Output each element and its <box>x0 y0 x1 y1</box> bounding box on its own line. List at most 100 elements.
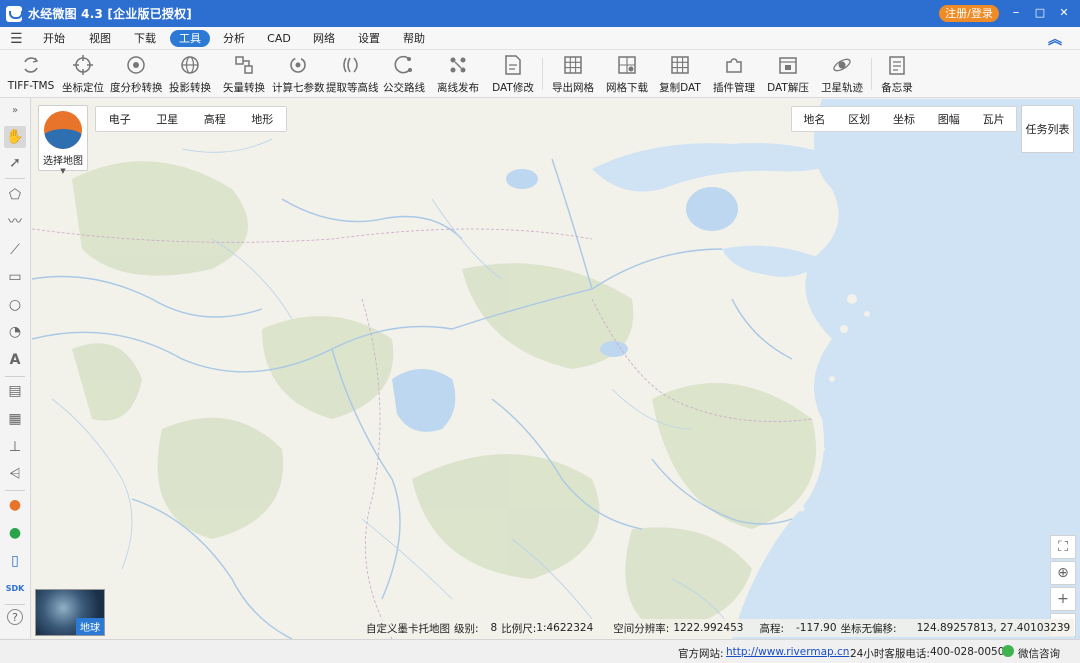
profile-icon[interactable]: ⩤ <box>4 463 26 485</box>
tool-vector-convert[interactable]: 矢量转换 <box>220 52 268 96</box>
tool-label: 插件管理 <box>713 82 755 94</box>
tool-label: 公交路线 <box>383 82 425 94</box>
menu-view[interactable]: 视图 <box>84 30 116 47</box>
rectangle-icon[interactable]: ▭ <box>4 266 26 288</box>
locate-icon[interactable]: ⊕ <box>1050 561 1076 585</box>
select-arrow-icon[interactable]: ➚ <box>4 152 26 174</box>
overlay-tab-divisions[interactable]: 区划 <box>848 111 870 127</box>
tool-satellite-track[interactable]: 卫星轨迹 <box>818 52 866 96</box>
menu-network[interactable]: 网络 <box>308 30 340 47</box>
menu-settings[interactable]: 设置 <box>353 30 385 47</box>
tool-offline-publish[interactable]: 离线发布 <box>434 52 482 96</box>
basemap-tab-elevation[interactable]: 高程 <box>204 111 226 127</box>
sector-icon[interactable]: ◔ <box>4 321 26 343</box>
menu-tools[interactable]: 工具 <box>170 30 210 47</box>
chevron-down-icon: ▼ <box>60 167 66 175</box>
sdk-icon[interactable]: SDK <box>4 578 26 600</box>
tool-label: 计算七参数 <box>272 82 325 94</box>
tool-dat-edit[interactable]: DAT修改 <box>490 52 536 96</box>
menu-download[interactable]: 下载 <box>129 30 161 47</box>
circle-icon[interactable]: ○ <box>4 294 26 316</box>
phone-value: 400-028-0050 <box>930 646 1005 658</box>
login-button[interactable]: 注册/登录 <box>939 5 999 22</box>
unzip-icon <box>779 57 797 74</box>
map-chooser[interactable]: 选择地图 ▼ <box>38 105 88 175</box>
map-canvas[interactable]: 选择地图 ▼ 电子 卫星 高程 地形 地名 区划 坐标 图幅 瓦片 任务列表 ⛶… <box>32 99 1080 639</box>
basemap-tab-satellite[interactable]: 卫星 <box>156 111 178 127</box>
route-icon <box>394 55 412 74</box>
zoom-in-button[interactable]: + <box>1050 587 1076 611</box>
layer-logo-icon[interactable]: ● <box>4 494 26 516</box>
collapse-icon[interactable]: » <box>4 100 26 122</box>
scale-label: 比例尺: <box>501 622 537 635</box>
maximize-button[interactable]: □ <box>1030 4 1050 22</box>
tool-export-grid[interactable]: 导出网格 <box>548 52 598 96</box>
phone-icon[interactable]: ▯ <box>4 550 26 572</box>
tool-label: 导出网格 <box>552 82 594 94</box>
coord-value: 124.89257813, 27.40103239 <box>916 622 1071 634</box>
level-value: 8 <box>490 622 498 634</box>
level-label: 级别: <box>454 622 479 635</box>
wechat-consult-button[interactable]: 微信咨询 <box>1018 646 1060 661</box>
satellite-icon <box>833 58 851 72</box>
website-link[interactable]: http://www.rivermap.cn <box>726 646 849 658</box>
map-info-bar: 自定义墨卡托地图 级别: 8 比例尺: 1:4622324 空间分辨率: 122… <box>366 619 1075 637</box>
website-label: 官方网站: <box>678 648 724 660</box>
hamburger-menu-icon[interactable]: ☰ <box>10 31 23 47</box>
refresh-icon <box>24 57 39 73</box>
area-measure-icon[interactable]: ▦ <box>4 408 26 430</box>
tool-plugin-manage[interactable]: 插件管理 <box>710 52 758 96</box>
tool-bus-route[interactable]: 公交路线 <box>380 52 428 96</box>
basemap-tabs: 电子 卫星 高程 地形 <box>95 106 287 132</box>
tool-dms-convert[interactable]: 度分秒转换 <box>110 52 163 96</box>
scale-value: 1:4622324 <box>536 622 594 634</box>
polygon-icon[interactable]: ⬠ <box>4 184 26 206</box>
overlay-tab-sheets[interactable]: 图幅 <box>938 111 960 127</box>
polyline-icon[interactable]: 〰 <box>4 211 26 233</box>
menu-cad[interactable]: CAD <box>263 30 295 47</box>
toolbar-divider <box>542 58 543 90</box>
tool-seven-params[interactable]: 计算七参数 <box>272 52 325 96</box>
text-icon[interactable]: A <box>4 349 26 371</box>
tool-coordinate-locate[interactable]: 坐标定位 <box>60 52 106 96</box>
task-list-button[interactable]: 任务列表 <box>1021 105 1074 153</box>
tool-label: 坐标定位 <box>62 82 104 94</box>
overlay-tab-tiles[interactable]: 瓦片 <box>983 111 1005 127</box>
grid-export-icon <box>564 56 582 74</box>
tool-memo[interactable]: 备忘录 <box>876 52 918 96</box>
basemap-tab-terrain[interactable]: 地形 <box>251 111 273 127</box>
fit-extent-icon[interactable]: ⛶ <box>1050 535 1076 559</box>
overlay-tabs: 地名 区划 坐标 图幅 瓦片 <box>791 106 1017 132</box>
wechat-icon <box>1002 645 1014 657</box>
tool-copy-dat[interactable]: 复制DAT <box>656 52 704 96</box>
plugin-icon <box>726 58 742 73</box>
menu-help[interactable]: 帮助 <box>398 30 430 47</box>
minimize-button[interactable]: – <box>1006 4 1026 22</box>
collapse-ribbon-icon[interactable]: ︽ <box>1048 29 1062 49</box>
window-title: 水经微图 4.3 [企业版已授权] <box>28 7 192 21</box>
elevation-icon[interactable]: ⊥ <box>4 436 26 458</box>
link-icon[interactable]: ● <box>4 522 26 544</box>
tool-projection-convert[interactable]: 投影转换 <box>166 52 214 96</box>
tool-tiff-tms[interactable]: TIFF-TMS <box>6 52 56 96</box>
toolbar-divider <box>871 58 872 90</box>
overlay-tab-place-names[interactable]: 地名 <box>803 111 825 127</box>
basemap-tab-electronic[interactable]: 电子 <box>109 111 131 127</box>
overlay-tab-coordinates[interactable]: 坐标 <box>893 111 915 127</box>
ruler-icon[interactable]: ▤ <box>4 380 26 402</box>
globe-label: 地球 <box>76 618 104 635</box>
tool-dat-unzip[interactable]: DAT解压 <box>764 52 812 96</box>
help-icon[interactable]: ? <box>7 609 23 625</box>
close-button[interactable]: ✕ <box>1054 4 1074 22</box>
dat-file-icon <box>505 55 521 75</box>
pan-hand-icon[interactable]: ✋ <box>4 126 26 148</box>
line-chart-icon[interactable]: ⟋ <box>4 239 26 261</box>
tool-label: 度分秒转换 <box>110 82 163 94</box>
tool-grid-download[interactable]: 网格下载 <box>604 52 650 96</box>
menu-start[interactable]: 开始 <box>38 30 70 47</box>
tool-label: 网格下载 <box>606 82 648 94</box>
grid-download-icon <box>618 56 636 74</box>
menu-analysis[interactable]: 分析 <box>218 30 250 47</box>
tool-extract-contour[interactable]: 提取等高线 <box>326 52 379 96</box>
globe-toggle[interactable]: 地球 <box>35 589 105 636</box>
